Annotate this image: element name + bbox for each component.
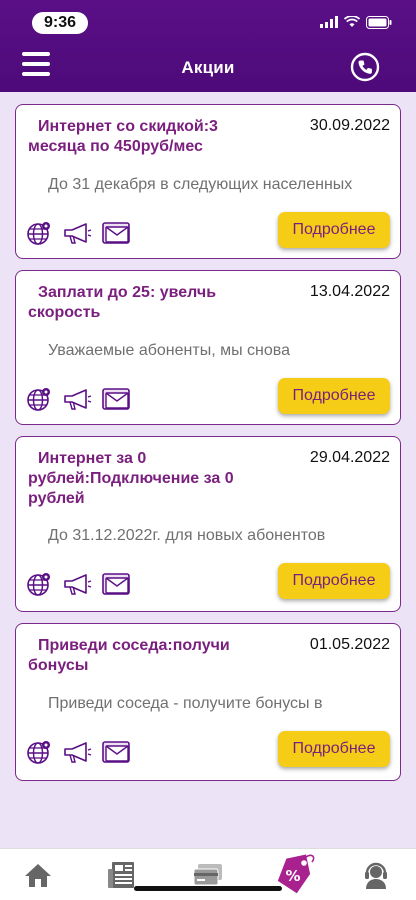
payment-card-icon bbox=[193, 864, 222, 886]
promo-description: До 31.12.2022г. для новых абонентов bbox=[48, 527, 326, 544]
home-indicator bbox=[134, 886, 282, 891]
menu-icon-bar bbox=[22, 52, 50, 56]
globe-icon bbox=[27, 573, 50, 596]
tab-promotions[interactable]: % bbox=[276, 853, 316, 895]
megaphone-icon bbox=[64, 742, 92, 763]
promo-icons bbox=[26, 386, 130, 412]
envelope-icon bbox=[102, 222, 130, 244]
promo-title-text: Приведи соседа:получи бонусы bbox=[28, 637, 230, 674]
details-button[interactable]: Подробнее bbox=[278, 563, 390, 599]
promo-description: До 31 декабря в следующих населенных bbox=[48, 176, 353, 193]
news-icon bbox=[108, 862, 134, 888]
promo-title: Интернет со скидкой:3 месяца по 450руб/м… bbox=[28, 117, 278, 157]
globe-icon bbox=[27, 222, 50, 245]
envelope-icon bbox=[102, 741, 130, 763]
details-button[interactable]: Подробнее bbox=[278, 731, 390, 767]
megaphone-icon bbox=[64, 389, 92, 410]
globe-icon bbox=[27, 741, 50, 764]
battery-icon bbox=[366, 15, 392, 29]
promo-title-text: Интернет со скидкой:3 месяца по 450руб/м… bbox=[28, 118, 218, 155]
details-button[interactable]: Подробнее bbox=[278, 212, 390, 248]
promo-title: Заплати до 25: увелчь скорость bbox=[28, 283, 278, 323]
promo-date: 30.09.2022 bbox=[309, 117, 390, 134]
status-bar: 9:36 bbox=[0, 0, 416, 44]
envelope-icon bbox=[102, 388, 130, 410]
megaphone-icon bbox=[64, 223, 92, 244]
promo-card[interactable]: Приведи соседа:получи бонусы 01.05.2022 … bbox=[15, 623, 401, 781]
promo-description: Уважаемые абоненты, мы снова bbox=[48, 342, 290, 359]
status-time: 9:36 bbox=[32, 12, 88, 34]
megaphone-icon bbox=[64, 574, 92, 595]
wifi-icon bbox=[344, 16, 360, 27]
globe-icon bbox=[27, 388, 50, 411]
promotions-list: Интернет со скидкой:3 месяца по 450руб/м… bbox=[15, 104, 401, 792]
promo-card[interactable]: Интернет за 0 рублей:Подключение за 0 ру… bbox=[15, 436, 401, 612]
promo-date: 01.05.2022 bbox=[309, 636, 390, 653]
promo-description: Приведи соседа - получите бонусы в bbox=[48, 695, 323, 712]
home-icon bbox=[25, 864, 51, 887]
promo-title: Приведи соседа:получи бонусы bbox=[28, 636, 278, 676]
bottom-tab-bar: % bbox=[0, 848, 416, 900]
tab-home[interactable] bbox=[20, 857, 56, 893]
promo-icons bbox=[26, 220, 130, 246]
promo-date: 13.04.2022 bbox=[309, 283, 390, 300]
promo-title-text: Заплати до 25: увелчь скорость bbox=[28, 284, 217, 321]
status-icons bbox=[320, 14, 392, 30]
details-button[interactable]: Подробнее bbox=[278, 378, 390, 414]
svg-text:%: % bbox=[285, 867, 300, 885]
promo-card[interactable]: Интернет со скидкой:3 месяца по 450руб/м… bbox=[15, 104, 401, 259]
promo-card[interactable]: Заплати до 25: увелчь скорость 13.04.202… bbox=[15, 270, 401, 425]
phone-call-button[interactable] bbox=[350, 52, 380, 82]
promo-title: Интернет за 0 рублей:Подключение за 0 ру… bbox=[28, 449, 278, 509]
promo-tag-icon: % bbox=[277, 854, 315, 894]
promo-icons bbox=[26, 571, 130, 597]
app-header: 9:36 Акции bbox=[0, 0, 416, 92]
promo-icons bbox=[26, 739, 130, 765]
promo-title-text: Интернет за 0 рублей:Подключение за 0 ру… bbox=[28, 450, 234, 507]
promo-date: 29.04.2022 bbox=[309, 449, 390, 466]
support-icon bbox=[365, 862, 387, 889]
envelope-icon bbox=[102, 573, 130, 595]
signal-icon bbox=[320, 16, 338, 28]
tab-support[interactable] bbox=[358, 857, 394, 893]
